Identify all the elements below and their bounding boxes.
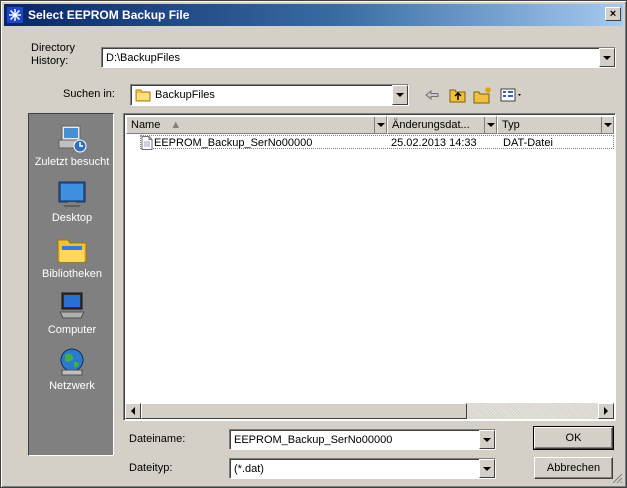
filename-input[interactable]: EEPROM_Backup_SerNo00000 (230, 434, 479, 446)
place-recent[interactable]: Zuletzt besucht (29, 122, 115, 168)
directory-history-value: D:\BackupFiles (106, 51, 180, 64)
folder-icon (135, 88, 151, 102)
place-network[interactable]: Netzwerk (29, 346, 115, 392)
filetype-value: (*.dat) (234, 462, 264, 475)
chevron-down-icon (396, 93, 404, 97)
look-in-dropdown-button[interactable] (392, 85, 408, 105)
chevron-down-icon (483, 437, 491, 442)
filename-dropdown-button[interactable] (479, 430, 495, 449)
look-in-value: BackupFiles (155, 89, 215, 101)
horizontal-scrollbar[interactable] (125, 403, 614, 419)
filename-label: Dateiname: (129, 433, 186, 445)
scroll-right-button[interactable] (598, 403, 614, 419)
file-name: EEPROM_Backup_SerNo00000 (154, 137, 313, 149)
scroll-left-button[interactable] (125, 403, 141, 419)
directory-history-label: Directory History: (31, 42, 76, 67)
place-computer[interactable]: Computer (29, 290, 115, 336)
chevron-down-icon (483, 466, 491, 471)
title-bar[interactable]: Select EEPROM Backup File × (4, 4, 623, 26)
filetype-dropdown-button[interactable] (479, 459, 495, 478)
resize-grip-icon[interactable] (611, 472, 623, 484)
column-header-modified[interactable]: Änderungsdat... (387, 116, 497, 134)
filename-combo[interactable]: EEPROM_Backup_SerNo00000 (229, 429, 496, 450)
look-in-label: Suchen in: (63, 88, 115, 100)
libraries-icon (56, 234, 88, 266)
folder-up-icon[interactable] (448, 86, 468, 104)
table-row[interactable]: EEPROM_Backup_SerNo00000 25.02.2013 14:3… (140, 135, 614, 150)
place-desktop[interactable]: Desktop (29, 178, 115, 224)
column-filter-button[interactable] (484, 117, 496, 133)
arrow-right-icon (604, 407, 608, 415)
look-in-combo[interactable]: BackupFiles (130, 84, 409, 106)
arrow-left-icon (131, 407, 135, 415)
column-header-type[interactable]: Typ (497, 116, 614, 134)
column-filter-button[interactable] (374, 117, 386, 133)
computer-icon (56, 290, 88, 322)
column-filter-button[interactable] (601, 117, 613, 133)
window-title: Select EEPROM Backup File (28, 8, 190, 22)
close-button[interactable]: × (605, 7, 621, 21)
desktop-icon (56, 178, 88, 210)
back-arrow-icon[interactable] (422, 86, 442, 104)
file-dialog-window: Select EEPROM Backup File × Directory Hi… (0, 0, 627, 488)
places-bar: Zuletzt besucht Desktop Bibliotheken Com… (28, 113, 114, 456)
app-icon (7, 7, 23, 23)
column-header-name[interactable]: Name ▲ (126, 116, 387, 134)
filetype-combo[interactable]: (*.dat) (229, 458, 496, 479)
recent-places-icon (56, 122, 88, 154)
file-type: DAT-Datei (503, 137, 553, 149)
directory-history-combo[interactable]: D:\BackupFiles (101, 47, 616, 68)
place-libraries[interactable]: Bibliotheken (29, 234, 115, 280)
filetype-label: Dateityp: (129, 462, 173, 474)
ok-button[interactable]: OK (533, 426, 614, 450)
sort-ascending-icon: ▲ (170, 119, 182, 131)
view-menu-icon[interactable] (499, 86, 525, 104)
cancel-button[interactable]: Abbrechen (534, 457, 613, 479)
network-icon (56, 346, 88, 378)
file-icon (141, 136, 153, 154)
new-folder-icon[interactable] (473, 86, 493, 104)
chevron-down-icon (603, 55, 611, 60)
close-icon: × (609, 7, 617, 20)
directory-history-dropdown-button[interactable] (599, 48, 615, 67)
file-list[interactable]: Name ▲ Änderungsdat... Typ EEPROM_Backup… (123, 113, 616, 421)
file-modified: 25.02.2013 14:33 (391, 137, 477, 149)
scroll-thumb[interactable] (141, 403, 467, 419)
